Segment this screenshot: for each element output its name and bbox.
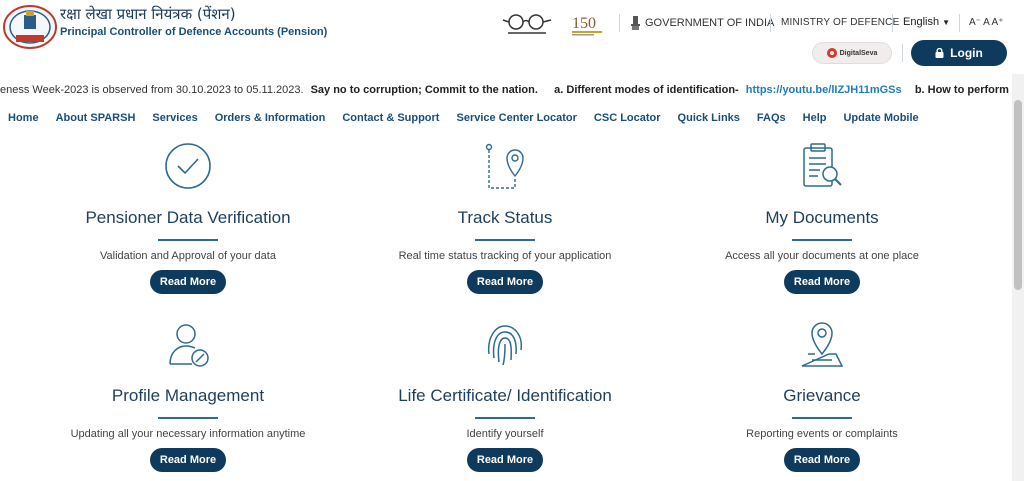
nav-csc-locator[interactable]: CSC Locator xyxy=(594,112,661,124)
news-ticker: eness Week-2023 is observed from 30.10.2… xyxy=(0,84,1012,98)
divider xyxy=(770,14,771,32)
card-divider xyxy=(158,417,218,419)
divider xyxy=(959,14,960,32)
org-name-english: Principal Controller of Defence Accounts… xyxy=(60,26,328,38)
nav-about-sparsh[interactable]: About SPARSH xyxy=(56,112,136,124)
scrollbar-thumb[interactable] xyxy=(1014,100,1022,290)
login-button[interactable]: Login xyxy=(911,40,1007,66)
read-more-button[interactable]: Read More xyxy=(467,448,543,472)
card-divider xyxy=(475,417,535,419)
government-label: GOVERNMENT OF INDIA xyxy=(645,17,775,29)
font-size-controls[interactable]: A⁻ A A⁺ xyxy=(969,17,1003,28)
card-description: Real time status tracking of your applic… xyxy=(398,250,612,262)
page-scrollbar[interactable] xyxy=(1012,74,1024,481)
digital-seva-button[interactable]: DigitalSeva xyxy=(812,42,892,64)
ashoka-emblem-icon xyxy=(631,16,640,30)
chevron-down-icon: ▼ xyxy=(942,18,951,27)
digital-seva-label: DigitalSeva xyxy=(839,49,878,57)
language-selector[interactable]: English ▼ xyxy=(903,16,950,28)
ticker-text: a. Different modes of identification- xyxy=(554,84,739,96)
card-description: Validation and Approval of your data xyxy=(100,250,276,262)
divider xyxy=(892,14,893,32)
nav-contact-support[interactable]: Contact & Support xyxy=(342,112,439,124)
card-divider xyxy=(158,239,218,241)
digital-seva-icon xyxy=(826,48,837,58)
nav-service-center-locator[interactable]: Service Center Locator xyxy=(456,112,576,124)
card-divider xyxy=(792,417,852,419)
divider xyxy=(902,44,903,62)
nav-faqs[interactable]: FAQs xyxy=(757,112,786,124)
read-more-button[interactable]: Read More xyxy=(150,448,226,472)
ticker-link[interactable]: https://youtu.be/lIZJH11mGSs xyxy=(746,84,902,96)
gandhi-glasses-logo xyxy=(502,14,552,34)
map-pin-icon xyxy=(801,322,844,367)
pcda-emblem-logo[interactable] xyxy=(2,3,58,49)
nav-update-mobile[interactable]: Update Mobile xyxy=(843,112,918,124)
service-card-my-documents: My Documents Access all your documents a… xyxy=(672,140,972,300)
nav-orders-information[interactable]: Orders & Information xyxy=(215,112,326,124)
ticker-text: Say no to corruption; Commit to the nati… xyxy=(310,84,538,96)
language-label: English xyxy=(903,16,940,28)
route-pin-icon xyxy=(485,143,524,189)
card-title: Grievance xyxy=(783,386,861,405)
card-title: Pensioner Data Verification xyxy=(85,208,291,227)
card-description: Updating all your necessary information … xyxy=(70,428,306,440)
lock-icon xyxy=(935,48,944,58)
anniversary-logo: 150 xyxy=(570,10,606,38)
org-name-hindi: रक्षा लेखा प्रधान नियंत्रक (पेंशन) xyxy=(60,5,236,23)
card-description: Access all your documents at one place xyxy=(725,250,919,262)
service-card-pensioner-data-verification: Pensioner Data Verification Validation a… xyxy=(38,140,338,300)
nav-quick-links[interactable]: Quick Links xyxy=(678,112,740,124)
svg-text:150: 150 xyxy=(572,15,596,32)
ministry-link[interactable]: MINISTRY OF DEFENCE xyxy=(781,17,899,28)
divider xyxy=(619,14,620,32)
login-label: Login xyxy=(950,46,983,60)
service-card-track-status: Track Status Real time status tracking o… xyxy=(355,140,655,300)
card-title: Track Status xyxy=(457,208,553,227)
site-header: रक्षा लेखा प्रधान नियंत्रक (पेंशन) Princ… xyxy=(0,0,1024,74)
clipboard-search-icon xyxy=(803,143,842,187)
card-description: Reporting events or complaints xyxy=(746,428,898,440)
service-card-profile-management: Profile Management Updating all your nec… xyxy=(38,318,338,478)
nav-help[interactable]: Help xyxy=(803,112,827,124)
main-navigation: Home About SPARSH Services Orders & Info… xyxy=(8,112,936,124)
check-circle-icon xyxy=(165,143,211,189)
card-divider xyxy=(792,239,852,241)
government-of-india[interactable]: GOVERNMENT OF INDIA xyxy=(630,15,774,31)
read-more-button[interactable]: Read More xyxy=(784,270,860,294)
ticker-text: eness Week-2023 is observed from 30.10.2… xyxy=(0,84,304,96)
service-card-life-certificate: Life Certificate/ Identification Identif… xyxy=(355,318,655,478)
fingerprint-icon xyxy=(487,325,523,366)
read-more-button[interactable]: Read More xyxy=(467,270,543,294)
card-title: Life Certificate/ Identification xyxy=(398,386,612,405)
ticker-text: b. How to perform identification thr xyxy=(914,84,1012,96)
nav-services[interactable]: Services xyxy=(152,112,197,124)
user-edit-icon xyxy=(169,324,209,367)
nav-home[interactable]: Home xyxy=(8,112,39,124)
card-title: My Documents xyxy=(765,208,879,227)
card-description: Identify yourself xyxy=(466,428,544,440)
read-more-button[interactable]: Read More xyxy=(150,270,226,294)
card-divider xyxy=(475,239,535,241)
read-more-button[interactable]: Read More xyxy=(784,448,860,472)
card-title: Profile Management xyxy=(111,386,265,405)
service-card-grievance: Grievance Reporting events or complaints… xyxy=(672,318,972,478)
